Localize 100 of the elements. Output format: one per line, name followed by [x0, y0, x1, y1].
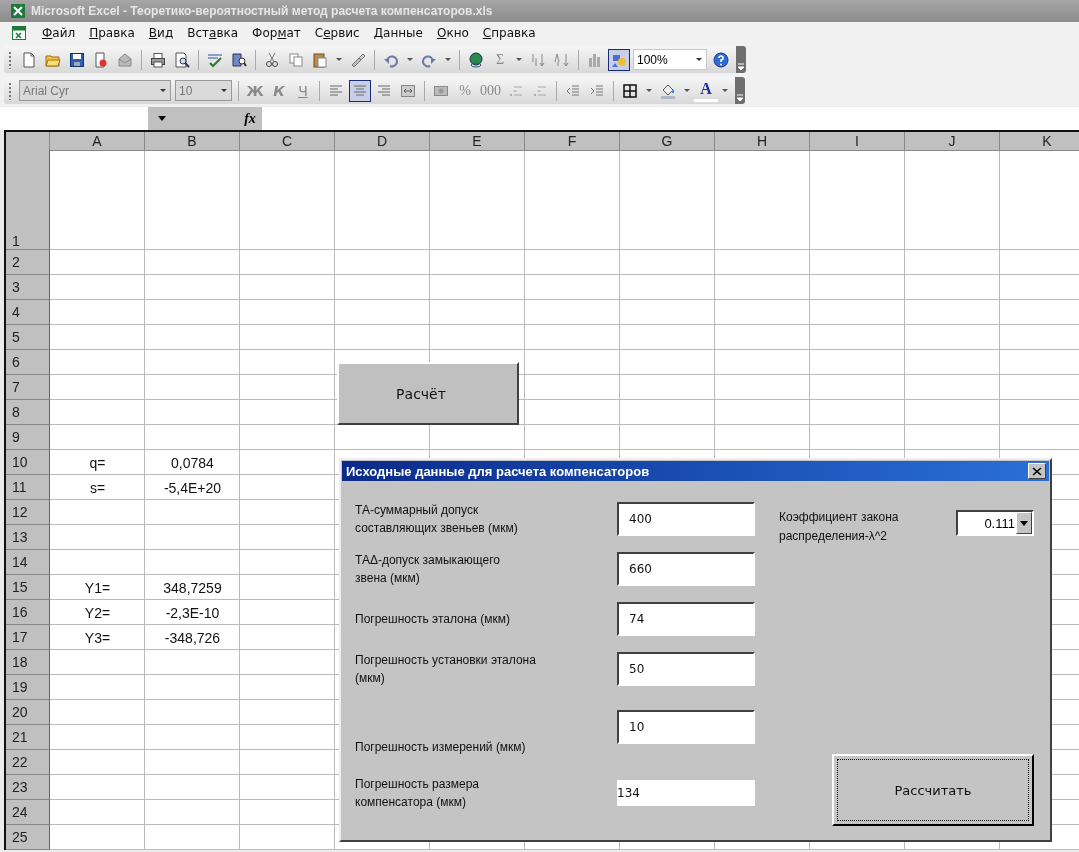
fill-bucket-icon[interactable]: [660, 82, 676, 99]
menu-item[interactable]: Справка: [476, 24, 544, 42]
print-preview-icon[interactable]: [174, 51, 190, 68]
decrease-indent-icon[interactable]: [565, 82, 581, 99]
row-header[interactable]: 9: [6, 425, 50, 450]
menu-item[interactable]: Данные: [367, 24, 431, 42]
row-header[interactable]: 21: [6, 725, 50, 750]
menu-item[interactable]: Вставка: [181, 24, 247, 42]
row-header[interactable]: 17: [6, 625, 50, 650]
menu-item[interactable]: Формат: [246, 24, 309, 42]
dropdown-arrow-icon[interactable]: [684, 89, 690, 92]
sheet-button[interactable]: Расчёт: [337, 362, 519, 425]
merge-cells-icon[interactable]: [400, 82, 416, 99]
row-header[interactable]: 12: [6, 500, 50, 525]
row-header[interactable]: 22: [6, 750, 50, 775]
column-header[interactable]: D: [335, 132, 430, 151]
column-header[interactable]: I: [810, 132, 905, 151]
column-header[interactable]: J: [905, 132, 1000, 151]
input-field[interactable]: 10: [617, 710, 755, 744]
row-header[interactable]: 4: [6, 300, 50, 325]
column-header[interactable]: G: [620, 132, 715, 151]
column-header[interactable]: B: [145, 132, 240, 151]
window-title: Microsoft Excel - Теоретико-вероятностный метод расчета компенсаторов.xls: [31, 4, 493, 18]
table-cell-text: -5,4E+20: [162, 478, 223, 498]
row-header[interactable]: 24: [6, 800, 50, 825]
toolbar-options-icon[interactable]: [736, 46, 746, 73]
row-header[interactable]: 16: [6, 600, 50, 625]
column-header[interactable]: F: [525, 132, 620, 151]
dropdown-arrow-icon[interactable]: [646, 89, 652, 92]
row-header[interactable]: 18: [6, 650, 50, 675]
column-header[interactable]: E: [430, 132, 525, 151]
column-header[interactable]: C: [240, 132, 335, 151]
table-cell-text: Y3=: [83, 628, 112, 648]
document-badge-icon[interactable]: [93, 51, 109, 68]
dropdown-arrow-icon[interactable]: [722, 89, 728, 92]
field-label: ТАΔ-допуск замыкающего звена (мкм): [355, 552, 501, 587]
menu-item[interactable]: Файл: [36, 24, 84, 42]
combo-box[interactable]: 0.111: [956, 510, 1034, 536]
table-cell-text: s=: [88, 478, 107, 498]
row-header[interactable]: 10: [6, 450, 50, 475]
field-label: Погрешность эталона (мкм): [355, 611, 512, 628]
input-field[interactable]: 74: [617, 602, 755, 636]
row-header[interactable]: 14: [6, 550, 50, 575]
clipboard-icon[interactable]: [312, 51, 328, 68]
menu-item[interactable]: Окно: [430, 24, 477, 42]
row-header[interactable]: 25: [6, 825, 50, 850]
column-header[interactable]: K: [1000, 132, 1079, 151]
row-header[interactable]: 3: [6, 275, 50, 300]
row-header[interactable]: 19: [6, 675, 50, 700]
column-header[interactable]: H: [715, 132, 810, 151]
new-document-icon[interactable]: [21, 51, 37, 68]
row-header[interactable]: 15: [6, 575, 50, 600]
input-field[interactable]: 660: [617, 552, 755, 586]
copy-icon[interactable]: [288, 51, 304, 68]
field-label: ТА-суммарный допуск составляющих звеньев (мкм): [355, 502, 519, 537]
column-header[interactable]: A: [50, 132, 145, 151]
scissors-icon[interactable]: [264, 51, 280, 68]
row-header[interactable]: 5: [6, 325, 50, 350]
function-button[interactable]: fx: [238, 107, 262, 130]
brush-icon[interactable]: [350, 51, 366, 68]
result-field[interactable]: 134: [617, 780, 755, 806]
row-header[interactable]: 7: [6, 375, 50, 400]
menu-item[interactable]: Вид: [142, 24, 182, 42]
envelope-icon[interactable]: [117, 51, 133, 68]
close-icon[interactable]: [1028, 463, 1046, 479]
row-header[interactable]: 1: [6, 150, 50, 250]
spell-check-icon[interactable]: [207, 51, 223, 68]
dropdown-arrow-icon[interactable]: [336, 58, 342, 61]
workbook-icon[interactable]: [10, 25, 28, 41]
spreadsheet-icon: [10, 3, 26, 19]
table-cell-text: Y2=: [83, 603, 112, 623]
calculate-button[interactable]: Рассчитать: [832, 754, 1034, 826]
field-label: Коэффициент закона распределения-λ^2: [779, 509, 900, 545]
dropdown-arrow-icon[interactable]: [445, 58, 451, 61]
increase-indent-icon[interactable]: [589, 82, 605, 99]
globe-icon[interactable]: [468, 51, 484, 68]
row-header[interactable]: 11: [6, 475, 50, 500]
toolbar-button[interactable]: A: [694, 79, 718, 102]
input-field[interactable]: 50: [617, 652, 755, 686]
table-cell-text: 348,7259: [162, 578, 223, 598]
printer-icon[interactable]: [150, 51, 166, 68]
sort-descending-icon[interactable]: [554, 51, 570, 68]
menu-item[interactable]: Правка: [83, 24, 143, 42]
table-cell-text: q=: [88, 453, 107, 473]
row-header[interactable]: 6: [6, 350, 50, 375]
toolbar-options-icon[interactable]: [735, 77, 745, 104]
dropdown-arrow-icon[interactable]: [407, 58, 413, 61]
row-header[interactable]: 20: [6, 700, 50, 725]
row-header[interactable]: 2: [6, 250, 50, 275]
row-header[interactable]: 8: [6, 400, 50, 425]
row-header[interactable]: 23: [6, 775, 50, 800]
help-icon[interactable]: [713, 51, 729, 68]
borders-icon[interactable]: [622, 82, 638, 99]
table-cell-text: -348,726: [163, 628, 222, 648]
menu-item[interactable]: Сервис: [308, 24, 368, 42]
input-field[interactable]: 400: [617, 502, 755, 536]
book-icon[interactable]: [231, 51, 247, 68]
dropdown-arrow-icon[interactable]: [516, 58, 522, 61]
combo-box[interactable]: 100%: [633, 49, 707, 70]
row-header[interactable]: 13: [6, 525, 50, 550]
